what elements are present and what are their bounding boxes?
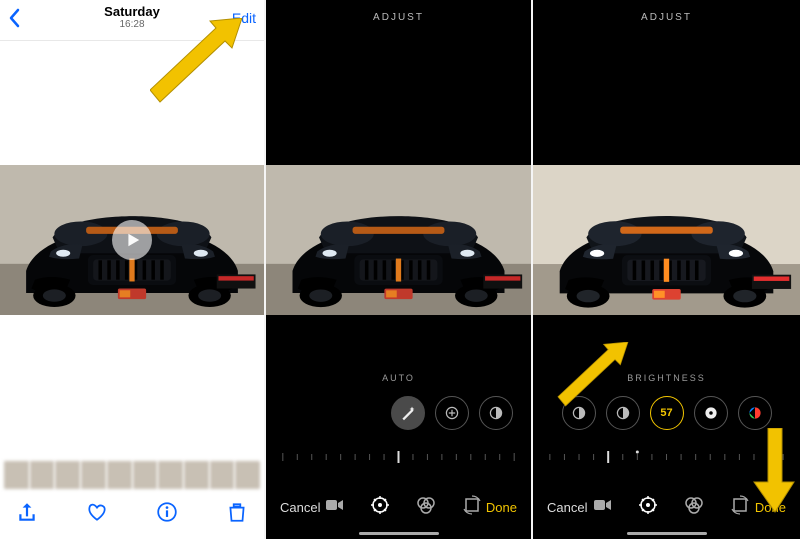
video-preview[interactable] bbox=[0, 165, 264, 315]
editor-preview[interactable] bbox=[533, 165, 800, 315]
editor-bottom-bar: Cancel Done bbox=[266, 491, 531, 523]
annotation-arrow-brightness bbox=[554, 342, 638, 412]
editor-tabs bbox=[587, 495, 754, 520]
photo-day-label: Saturday bbox=[0, 4, 264, 19]
editor-tabs bbox=[320, 495, 485, 520]
play-icon[interactable] bbox=[112, 220, 152, 260]
info-icon[interactable] bbox=[156, 501, 178, 528]
editor-preview[interactable] bbox=[266, 165, 531, 315]
tab-video-icon[interactable] bbox=[324, 495, 344, 520]
contrast-dial[interactable] bbox=[479, 396, 513, 430]
tab-crop-icon[interactable] bbox=[462, 495, 482, 520]
trash-icon[interactable] bbox=[226, 501, 248, 528]
cancel-button[interactable]: Cancel bbox=[280, 500, 320, 515]
brightness-value: 57 bbox=[660, 407, 672, 419]
tab-filters-icon[interactable] bbox=[684, 495, 704, 520]
annotation-arrow-done bbox=[748, 428, 798, 514]
tab-filters-icon[interactable] bbox=[416, 495, 436, 520]
tab-adjust-icon[interactable] bbox=[638, 495, 658, 520]
brightness-dial-selected[interactable]: 57 bbox=[650, 396, 684, 430]
annotation-arrow-edit bbox=[150, 18, 250, 110]
adjust-dial-row[interactable] bbox=[266, 391, 531, 435]
share-icon[interactable] bbox=[16, 501, 38, 528]
tab-adjust-icon[interactable] bbox=[370, 495, 390, 520]
home-indicator bbox=[627, 532, 707, 535]
thumbnail-strip[interactable] bbox=[0, 461, 264, 489]
car-image bbox=[533, 165, 800, 315]
exposure-dial[interactable] bbox=[435, 396, 469, 430]
blackpoint-dial[interactable] bbox=[694, 396, 728, 430]
editor-mode-label: ADJUST bbox=[533, 4, 800, 30]
adjust-slider[interactable] bbox=[278, 449, 519, 463]
photos-toolbar bbox=[0, 495, 264, 533]
tab-video-icon[interactable] bbox=[592, 495, 612, 520]
auto-dial[interactable] bbox=[391, 396, 425, 430]
adjust-category-label: AUTO bbox=[266, 373, 531, 383]
cancel-button[interactable]: Cancel bbox=[547, 500, 587, 515]
car-image bbox=[266, 165, 531, 315]
editor-panel-auto: ADJUST AUTO Cancel Done bbox=[266, 0, 531, 539]
home-indicator bbox=[359, 532, 439, 535]
heart-icon[interactable] bbox=[86, 501, 108, 528]
saturation-dial[interactable] bbox=[738, 396, 772, 430]
done-button[interactable]: Done bbox=[486, 500, 517, 515]
editor-mode-label: ADJUST bbox=[266, 4, 531, 30]
